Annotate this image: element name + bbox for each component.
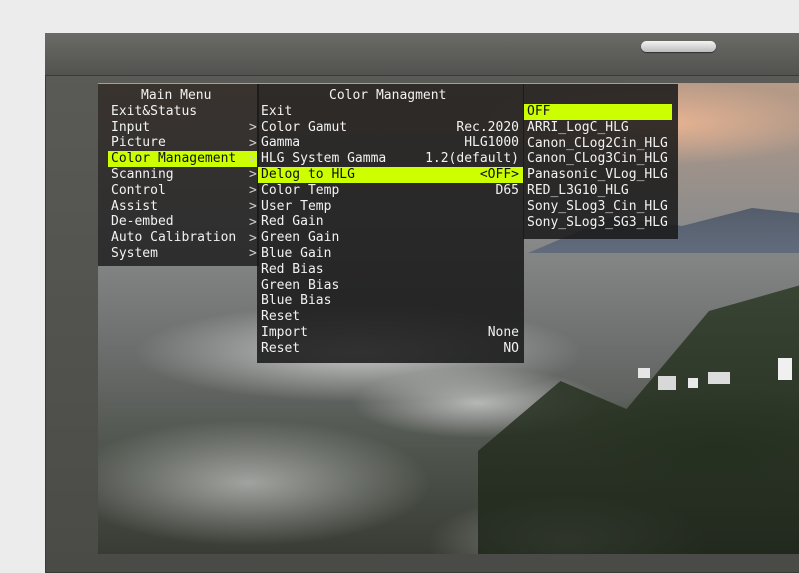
cm-item-red-bias[interactable]: Red Bias <box>258 262 523 278</box>
cm-item-label: Reset <box>261 340 301 356</box>
cm-item-label: Exit <box>261 103 293 119</box>
delog-option-red-l3g10[interactable]: RED_L3G10_HLG <box>524 183 672 199</box>
cm-item-label: Color Temp <box>261 182 340 198</box>
cm-item-label: Import <box>261 324 308 340</box>
cm-item-label: Green Gain <box>261 230 340 246</box>
cm-item-value: NO <box>503 340 519 356</box>
color-management-menu: Color Managment Exit Color Gamut Rec.2020… <box>258 88 523 357</box>
main-menu-item-exit-status[interactable]: Exit&Status <box>108 104 258 120</box>
cm-item-label: Color Gamut <box>261 119 348 135</box>
main-menu-item-de-embed[interactable]: De-embed <box>108 214 258 230</box>
cm-item-blue-bias[interactable]: Blue Bias <box>258 293 523 309</box>
delog-option-canon-clog2[interactable]: Canon_CLog2Cin_HLG <box>524 136 672 152</box>
monitor-top-frame <box>45 33 799 76</box>
main-menu-item-system[interactable]: System <box>108 246 258 262</box>
main-menu-item-input[interactable]: Input <box>108 120 258 136</box>
cm-item-label: Reset <box>261 309 301 325</box>
cm-item-label: Red Gain <box>261 214 324 230</box>
main-menu-item-assist[interactable]: Assist <box>108 199 258 215</box>
cm-item-import[interactable]: Import None <box>258 325 523 341</box>
cm-item-label: Gamma <box>261 135 301 151</box>
main-menu-item-color-management[interactable]: Color Management <box>108 151 257 167</box>
cm-item-value: None <box>487 324 519 340</box>
cm-item-red-gain[interactable]: Red Gain <box>258 214 523 230</box>
cm-item-label: HLG System Gamma <box>261 151 387 167</box>
cm-item-blue-gain[interactable]: Blue Gain <box>258 246 523 262</box>
cm-item-label: Blue Gain <box>261 245 332 261</box>
cm-item-label: Red Bias <box>261 261 324 277</box>
cm-item-reset[interactable]: Reset <box>258 309 523 325</box>
cm-item-label: Delog to HLG <box>261 166 355 182</box>
main-menu-title: Main Menu <box>141 88 212 103</box>
cm-item-green-gain[interactable]: Green Gain <box>258 230 523 246</box>
cm-item-label: Green Bias <box>261 277 340 293</box>
delog-option-off[interactable]: OFF <box>524 104 672 120</box>
color-management-title: Color Managment <box>329 88 447 103</box>
cm-item-color-gamut[interactable]: Color Gamut Rec.2020 <box>258 120 523 136</box>
background-village <box>628 358 798 408</box>
delog-option-arri-logc[interactable]: ARRI_LogC_HLG <box>524 120 672 136</box>
main-menu-item-auto-calibration[interactable]: Auto Calibration <box>108 230 258 246</box>
cm-item-value: 1.2(default) <box>425 151 519 167</box>
cm-item-exit[interactable]: Exit <box>258 104 523 120</box>
cm-item-value: HLG1000 <box>464 135 519 151</box>
cm-item-reset-confirm[interactable]: Reset NO <box>258 341 523 357</box>
main-menu-item-picture[interactable]: Picture <box>108 135 258 151</box>
cm-item-label: User Temp <box>261 198 332 214</box>
cm-item-value: Rec.2020 <box>456 119 519 135</box>
cm-item-label: Blue Bias <box>261 293 332 309</box>
cm-item-green-bias[interactable]: Green Bias <box>258 278 523 294</box>
delog-option-panasonic-vlog[interactable]: Panasonic_VLog_HLG <box>524 167 672 183</box>
delog-option-sony-slog3-cin[interactable]: Sony_SLog3_Cin_HLG <box>524 199 672 215</box>
cm-item-hlg-system-gamma[interactable]: HLG System Gamma 1.2(default) <box>258 151 523 167</box>
cm-item-gamma[interactable]: Gamma HLG1000 <box>258 135 523 151</box>
cm-item-value: <OFF> <box>479 166 519 182</box>
power-led-icon[interactable] <box>641 41 716 52</box>
main-menu-item-scanning[interactable]: Scanning <box>108 167 258 183</box>
delog-option-sony-slog3-sg3[interactable]: Sony_SLog3_SG3_HLG <box>524 215 672 231</box>
cm-item-delog-to-hlg[interactable]: Delog to HLG <OFF> <box>258 166 523 183</box>
cm-item-user-temp[interactable]: User Temp <box>258 199 523 215</box>
main-menu-item-control[interactable]: Control <box>108 183 258 199</box>
cm-item-value: D65 <box>495 182 519 198</box>
cm-item-color-temp[interactable]: Color Temp D65 <box>258 183 523 199</box>
main-menu: Main Menu Exit&Status Input Picture Colo… <box>108 88 258 262</box>
delog-options-list: OFF ARRI_LogC_HLG Canon_CLog2Cin_HLG Can… <box>524 104 678 230</box>
delog-option-canon-clog3[interactable]: Canon_CLog3Cin_HLG <box>524 151 672 167</box>
